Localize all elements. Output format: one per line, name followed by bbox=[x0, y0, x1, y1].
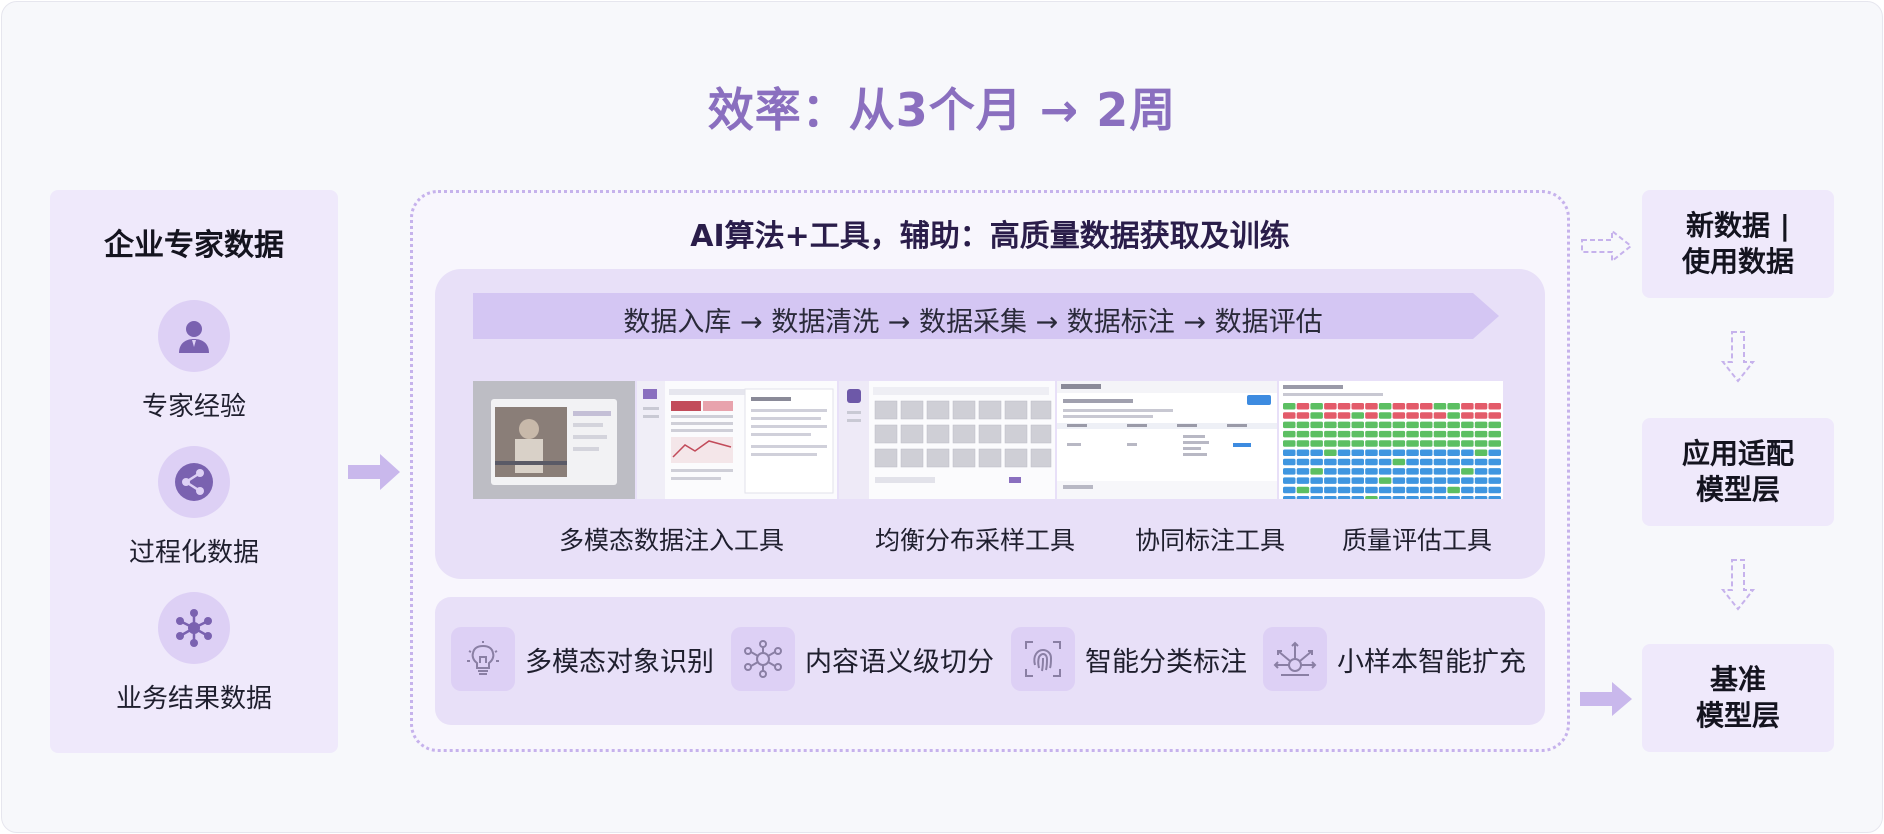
tool-screenshot-document bbox=[637, 381, 837, 499]
box-application-model: 应用适配 模型层 bbox=[1642, 418, 1834, 526]
left-item-label: 专家经验 bbox=[141, 392, 246, 422]
left-item-process: 过程化数据 bbox=[50, 446, 338, 569]
center-container: AI算法+工具，辅助：高质量数据获取及训练 数据入库 → 数据清洗 → 数据采集… bbox=[410, 190, 1570, 752]
feature-label: 多模态对象识别 bbox=[525, 646, 714, 678]
feature-object-recognition: 多模态对象识别 bbox=[451, 627, 714, 691]
arrow-down-outline-icon bbox=[1720, 330, 1756, 388]
arrow-right-icon bbox=[348, 452, 402, 492]
main-title: 效率：从3个月 → 2周 bbox=[707, 83, 1177, 137]
share-icon bbox=[158, 446, 230, 518]
feature-label: 智能分类标注 bbox=[1085, 646, 1247, 678]
tool-label-evaluation: 质量评估工具 bbox=[1342, 526, 1493, 555]
network-icon bbox=[158, 592, 230, 664]
feature-label: 小样本智能扩充 bbox=[1337, 646, 1526, 678]
expand-icon bbox=[1263, 627, 1327, 691]
tool-screenshot-annotation bbox=[1057, 381, 1277, 499]
feature-label: 内容语义级切分 bbox=[805, 646, 994, 678]
left-item-label: 过程化数据 bbox=[128, 538, 259, 568]
tool-label-injection: 多模态数据注入工具 bbox=[559, 526, 785, 555]
tool-screenshot-sampling bbox=[839, 381, 1055, 499]
box-line: 模型层 bbox=[1695, 699, 1780, 732]
left-item-expert: 专家经验 bbox=[50, 300, 338, 423]
box-line: 模型层 bbox=[1695, 473, 1780, 506]
user-icon bbox=[158, 300, 230, 372]
left-panel-title: 企业专家数据 bbox=[104, 228, 284, 263]
arrow-down-outline-icon bbox=[1720, 558, 1756, 616]
box-line: 新数据 | bbox=[1686, 209, 1790, 242]
tool-screenshot-evaluation bbox=[1279, 381, 1503, 499]
left-panel: 企业专家数据 专家经验 过程化数据 业务结果数据 bbox=[50, 190, 338, 753]
box-new-data: 新数据 | 使用数据 bbox=[1642, 190, 1834, 298]
neural-icon bbox=[731, 627, 795, 691]
box-line: 基准 bbox=[1709, 663, 1766, 696]
feature-few-shot-expansion: 小样本智能扩充 bbox=[1263, 627, 1526, 691]
arrow-right-outline-icon bbox=[1580, 228, 1634, 268]
fingerprint-icon bbox=[1011, 627, 1075, 691]
lightbulb-icon bbox=[451, 627, 515, 691]
feature-semantic-segmentation: 内容语义级切分 bbox=[731, 627, 994, 691]
left-item-result: 业务结果数据 bbox=[50, 592, 338, 715]
tool-screenshots bbox=[473, 381, 1503, 499]
feature-smart-classification: 智能分类标注 bbox=[1011, 627, 1247, 691]
left-item-label: 业务结果数据 bbox=[115, 684, 272, 714]
features-panel: 多模态对象识别 内容语义级切分 智能分类标注 小样本智能扩充 bbox=[435, 597, 1545, 725]
tool-label-sampling: 均衡分布采样工具 bbox=[875, 526, 1076, 555]
arrow-right-icon bbox=[1580, 680, 1634, 722]
tool-label-annotation: 协同标注工具 bbox=[1135, 526, 1286, 555]
center-title: AI算法+工具，辅助：高质量数据获取及训练 bbox=[690, 219, 1290, 254]
tools-panel: 数据入库 → 数据清洗 → 数据采集 → 数据标注 → 数据评估 多模态数据注入… bbox=[435, 269, 1545, 579]
pipeline-text: 数据入库 → 数据清洗 → 数据采集 → 数据标注 → 数据评估 bbox=[623, 307, 1323, 338]
box-line: 应用适配 bbox=[1681, 437, 1794, 470]
box-base-model: 基准 模型层 bbox=[1642, 644, 1834, 752]
pipeline-banner: 数据入库 → 数据清洗 → 数据采集 → 数据标注 → 数据评估 bbox=[473, 293, 1501, 339]
tool-screenshot-injection bbox=[473, 381, 635, 499]
box-line: 使用数据 bbox=[1681, 245, 1794, 278]
